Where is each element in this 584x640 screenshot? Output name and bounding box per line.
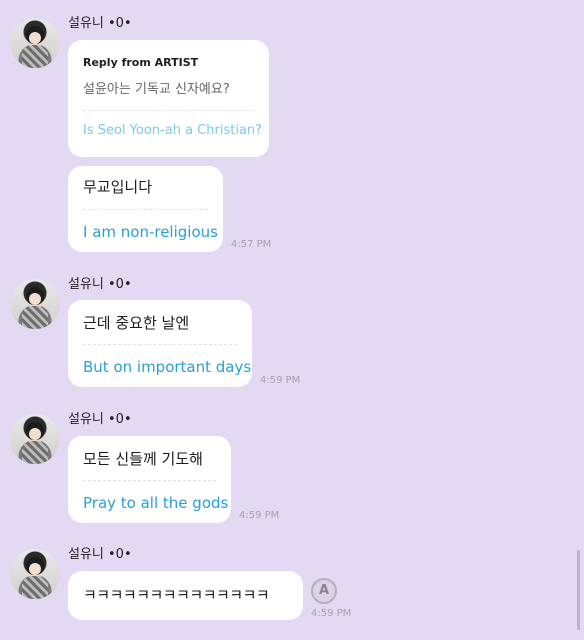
message-bubble[interactable]: 무교입니다 I am non-religious bbox=[68, 166, 223, 252]
sender-name: 설유니 •0• bbox=[68, 412, 132, 427]
message-bubble[interactable]: 모든 신들께 기도해 Pray to all the gods bbox=[68, 436, 231, 523]
reply-question: 설윤아는 기독교 신자예요? bbox=[83, 82, 230, 97]
reply-bubble[interactable]: Reply from ARTIST 설윤아는 기독교 신자예요? Is Seol… bbox=[68, 40, 269, 157]
sender-name: 설유니 •0• bbox=[68, 277, 132, 292]
avatar[interactable] bbox=[10, 414, 60, 464]
message-bubble[interactable]: 근데 중요한 날엔 But on important days bbox=[68, 300, 252, 387]
timestamp: 4:57 PM bbox=[231, 239, 272, 250]
message-text: 근데 중요한 날엔 bbox=[83, 314, 190, 332]
sender-name: 설유니 •0• bbox=[68, 16, 132, 31]
message-translation: But on important days bbox=[83, 358, 252, 376]
sender-name: 설유니 •0• bbox=[68, 547, 132, 562]
message-translation: Pray to all the gods bbox=[83, 494, 229, 512]
reply-title: Reply from ARTIST bbox=[83, 56, 199, 69]
timestamp: 4:59 PM bbox=[239, 510, 280, 521]
message-text: ㅋㅋㅋㅋㅋㅋㅋㅋㅋㅋㅋㅋㅋㅋ bbox=[83, 586, 270, 604]
message-text: 무교입니다 bbox=[83, 178, 153, 196]
avatar[interactable] bbox=[10, 549, 60, 599]
message-translation: I am non-religious bbox=[83, 223, 218, 241]
message-text: 모든 신들께 기도해 bbox=[83, 450, 203, 468]
divider bbox=[83, 110, 254, 111]
divider bbox=[83, 344, 237, 345]
scrollbar[interactable] bbox=[577, 550, 580, 630]
avatar[interactable] bbox=[10, 279, 60, 329]
timestamp: 4:59 PM bbox=[311, 608, 352, 619]
translate-icon[interactable]: A bbox=[311, 578, 337, 604]
timestamp: 4:59 PM bbox=[260, 375, 301, 386]
message-bubble[interactable]: ㅋㅋㅋㅋㅋㅋㅋㅋㅋㅋㅋㅋㅋㅋ bbox=[68, 571, 303, 620]
divider bbox=[83, 480, 216, 481]
reply-question-translation: Is Seol Yoon-ah a Christian? bbox=[83, 123, 263, 138]
divider bbox=[83, 209, 208, 210]
avatar[interactable] bbox=[10, 18, 60, 68]
